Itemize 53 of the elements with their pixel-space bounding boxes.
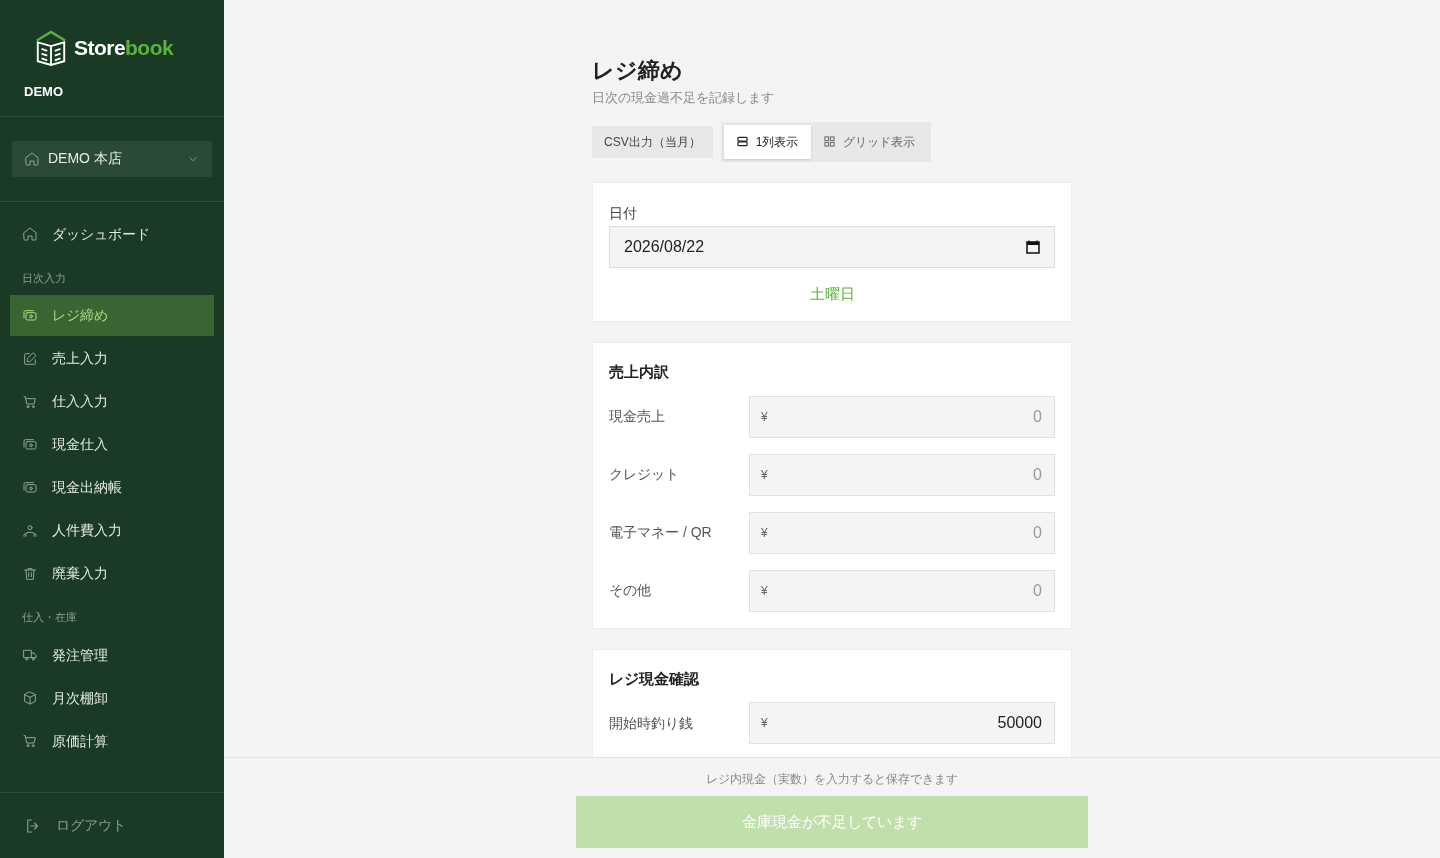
field-label: 日付 [609,203,638,223]
list-icon [736,136,748,147]
nav-item[interactable]: 廃棄入力 [10,553,214,594]
nav-item[interactable]: 売上入力 [10,338,214,379]
weekday-text: 土曜日 [808,283,856,304]
page-title: レジ締め [592,57,684,85]
csv-export-button[interactable]: CSV出力（当月） [592,125,713,158]
card-title: レジ現金確認 [609,668,700,689]
field-label: 電子マネー / QR [609,523,713,542]
nav-item[interactable]: 発注管理 [10,634,214,676]
section-label: 日次入力 [21,270,67,286]
cart-icon [22,393,38,410]
trash-icon [22,565,38,582]
grid-icon [824,136,836,147]
cart-icon [22,733,38,749]
date-field[interactable]: 2026/08/22 [609,225,1055,268]
calendar-icon [1026,239,1040,254]
org-name: DEMO [24,83,64,101]
truck-icon [22,647,38,663]
field-label: その他 [609,581,652,600]
store-select[interactable]: DEMO 本店 [12,140,212,177]
nav-item[interactable]: 仕入入力 [10,381,214,422]
currency-symbol: ¥ [761,524,768,541]
nav-item[interactable]: ダッシュボード [10,213,214,255]
card-title: 売上内訳 [609,362,670,382]
section-label: 仕入・在庫 [21,610,78,625]
nav-item[interactable]: 現金仕入 [10,424,214,465]
nav-item[interactable]: レジ締め [10,295,214,336]
currency-symbol: ¥ [761,715,768,731]
currency-symbol: ¥ [761,582,768,599]
book-house-icon [34,30,68,66]
view-tab[interactable]: グリッド表示 [811,124,929,159]
currency-symbol: ¥ [761,408,768,425]
nav-item[interactable]: 原価計算 [10,720,214,762]
field-label: クレジット [609,465,680,484]
nav-item[interactable]: 人件費入力 [10,510,214,551]
field-label: 開始時釣り銭 [609,713,694,733]
save-hint: レジ内現金（実数）を入力すると保存できます [706,771,958,788]
cash-icon [22,307,38,324]
nav-item[interactable]: 月次棚卸 [10,677,214,719]
cash-icon [22,479,38,496]
box-icon [22,690,38,706]
field-label: 現金売上 [609,407,666,426]
home-icon [22,226,38,242]
currency-symbol: ¥ [761,466,768,483]
page-subtitle: 日次の現金過不足を記録します [592,89,775,107]
home-icon [24,150,40,167]
cash-icon [22,436,38,453]
people-icon [22,522,38,539]
logo-text: Storebook [74,35,174,62]
edit-icon [22,350,38,367]
view-tab[interactable]: 1列表示 [723,124,812,159]
nav-item[interactable]: 現金出納帳 [10,467,214,508]
